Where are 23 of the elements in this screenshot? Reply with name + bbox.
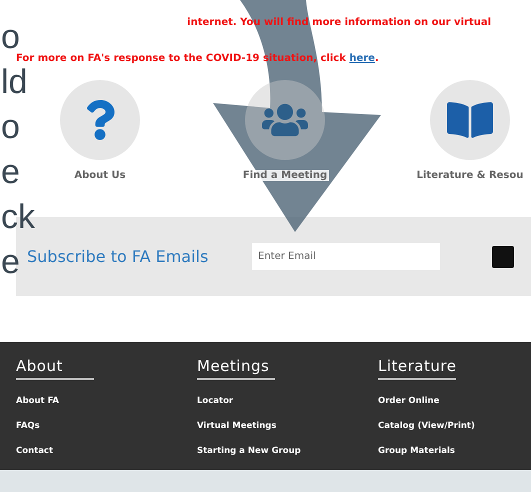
subscribe-title: Subscribe to FA Emails [27, 247, 210, 266]
footer-link[interactable]: Starting a New Group [197, 439, 301, 464]
footer-link[interactable]: Locator [197, 389, 234, 414]
overlay-text-fragment: e [1, 245, 20, 279]
here-link[interactable]: here [349, 53, 375, 64]
footer-link[interactable]: Group Materials [378, 439, 455, 464]
overlay-text-fragment: o [1, 20, 20, 54]
footer-link[interactable]: FAQs [16, 414, 40, 439]
footer-link[interactable]: Virtual Meetings [197, 414, 276, 439]
footer-link[interactable]: Catalog (View/Print) [378, 414, 475, 439]
footer-heading: About [16, 357, 94, 380]
email-field[interactable]: Enter Email [252, 243, 440, 270]
footer-link[interactable]: Contact [16, 439, 54, 464]
quick-link[interactable]: Literature & Resou [390, 80, 531, 181]
footer-heading: Literature [378, 357, 456, 380]
footer-link[interactable]: About FA [16, 389, 59, 414]
footer-heading: Meetings [197, 357, 275, 380]
footer-link[interactable]: Order Online [378, 389, 440, 414]
overlay-text-fragment: ld [1, 65, 28, 99]
submit-button[interactable] [492, 246, 514, 268]
overlay-text-fragment: e [1, 155, 20, 189]
overlay-text-fragment: o [1, 110, 20, 144]
overlay-text-fragment: ck [1, 200, 35, 234]
